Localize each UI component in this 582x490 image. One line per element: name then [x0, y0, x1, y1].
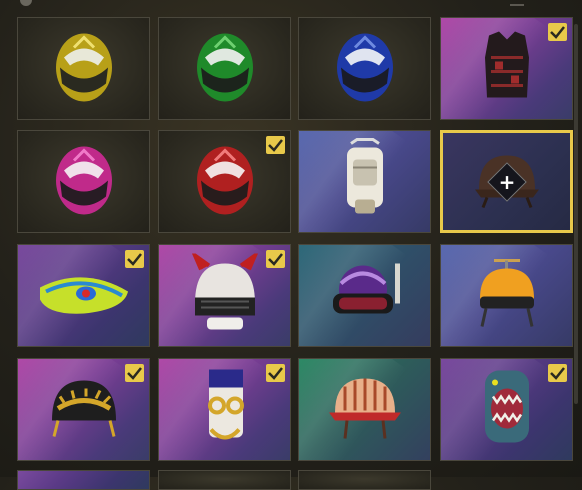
black-red-vest-icon — [479, 27, 535, 110]
inventory-tile-pink-helmet[interactable] — [17, 130, 150, 233]
inventory-tile-partial[interactable] — [17, 470, 150, 490]
orange-striped-helmet-icon — [327, 370, 403, 449]
owned-check-icon — [266, 250, 285, 268]
red-motorcycle-helmet-icon — [193, 140, 257, 223]
owned-check-icon — [125, 250, 144, 268]
pink-motorcycle-helmet-icon — [52, 140, 116, 223]
inventory-tile-backpack[interactable] — [298, 130, 431, 233]
inventory-tile-red-helmet[interactable] — [158, 130, 291, 233]
inventory-tile-brown-helmet-selected[interactable]: + — [440, 130, 573, 233]
blue-motorcycle-helmet-icon — [333, 27, 397, 110]
owned-check-icon — [266, 364, 285, 382]
inventory-tile-partial[interactable] — [298, 470, 431, 490]
yellow-motorcycle-helmet-icon — [52, 27, 116, 110]
owned-check-icon — [548, 364, 567, 382]
inventory-tile-demon-helmet[interactable] — [158, 244, 291, 347]
inventory-tile-green-helmet[interactable] — [158, 17, 291, 120]
inventory-tile-striped-helmet[interactable] — [298, 358, 431, 461]
add-symbol: + — [498, 169, 515, 194]
inventory-tile-vest[interactable] — [440, 17, 573, 120]
purple-dome-helmet-icon — [323, 255, 407, 336]
owned-check-icon — [125, 364, 144, 382]
scrollbar[interactable] — [574, 24, 578, 404]
white-backpack-icon — [337, 137, 393, 226]
inventory-tile-bandana[interactable] — [17, 244, 150, 347]
header-mark-icon — [510, 0, 524, 6]
inventory-tile-laurel-helmet[interactable] — [17, 358, 150, 461]
owned-check-icon — [266, 136, 285, 154]
top-header-strip — [0, 0, 582, 10]
green-bandana-hat-icon — [34, 265, 134, 326]
demon-horn-helmet-icon — [187, 249, 263, 338]
orange-propeller-helmet-icon — [472, 254, 542, 337]
inventory-tile-partial[interactable] — [158, 470, 291, 490]
shark-mouth-backpack-icon — [475, 364, 539, 455]
inventory-tile-goggles-backpack[interactable] — [158, 358, 291, 461]
green-motorcycle-helmet-icon — [193, 27, 257, 110]
owned-check-icon — [548, 23, 567, 41]
black-gold-laurel-helmet-icon — [44, 372, 124, 447]
inventory-tile-shark-backpack[interactable] — [440, 358, 573, 461]
header-dot-icon — [20, 0, 32, 6]
inventory-tile-propeller-helmet[interactable] — [440, 244, 573, 347]
inventory-tile-yellow-helmet[interactable] — [17, 17, 150, 120]
inventory-tile-blue-helmet[interactable] — [298, 17, 431, 120]
gold-goggles-backpack-icon — [195, 365, 255, 454]
inventory-tile-dome-helmet[interactable] — [298, 244, 431, 347]
